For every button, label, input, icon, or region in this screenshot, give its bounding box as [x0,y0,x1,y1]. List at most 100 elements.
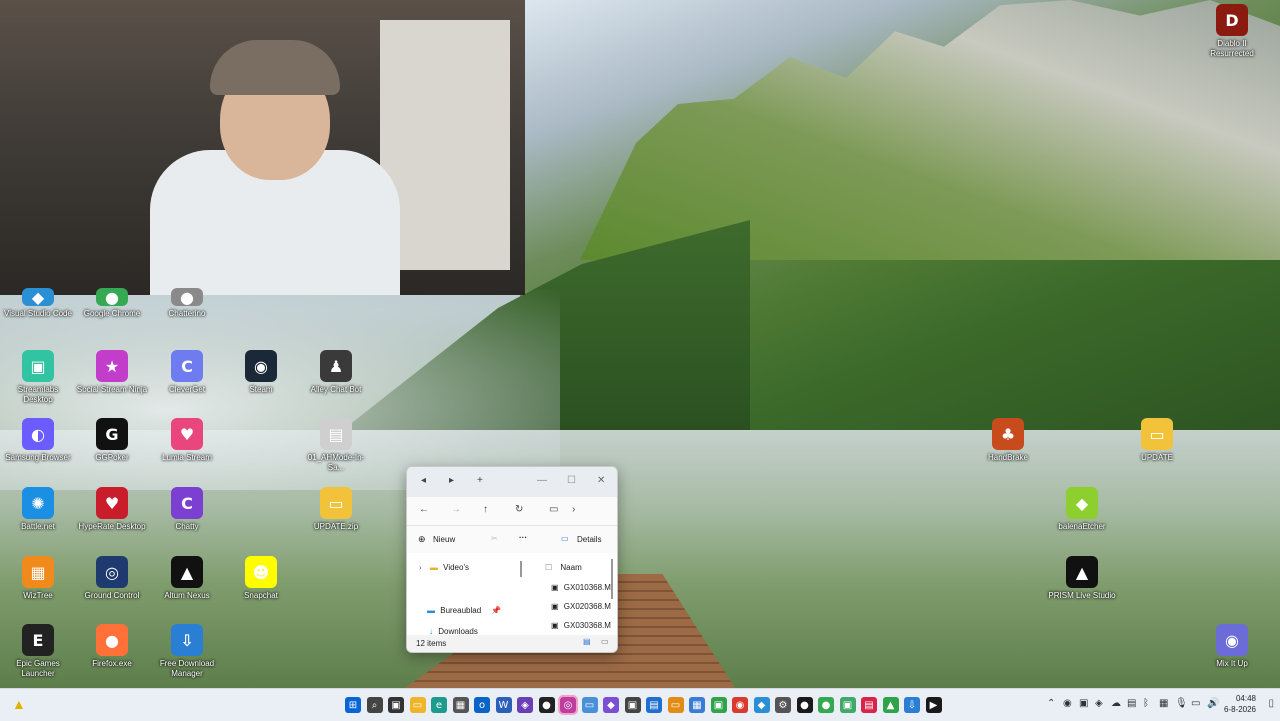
desktop-icon-folder[interactable]: ▭ UPDATE [1121,418,1193,463]
taskbar-app-icon[interactable]: ◈ [517,697,533,713]
desktop-icon-ground-control[interactable]: ◎ Ground Control [76,556,148,601]
nav-item-videos[interactable]: › ▬ Video's [419,563,469,572]
this-pc-icon[interactable]: ▭ [549,504,558,515]
file-explorer-window[interactable]: ◂ ▸ + — ☐ ✕ ← → ↑ ↻ ▭ › ⊕ Nieuw ✂ ··· ▭ … [406,466,618,653]
desktop-icon-cleverget[interactable]: C CleverGet [151,350,223,395]
nav-scrollbar[interactable] [520,561,522,577]
taskbar-edge-icon[interactable]: e [431,697,447,713]
back-icon[interactable]: ← [419,504,429,515]
desktop-icon-battlenet[interactable]: ✺ Battle.net [2,487,74,532]
desktop-icon-epic-games[interactable]: E Epic Games Launcher [2,624,74,679]
clock[interactable]: 04:48 6-8-2026 [1224,693,1256,715]
desktop-icon-chatterino[interactable]: ● Chatterino [151,288,223,319]
new-icon[interactable]: ⊕ [418,534,426,545]
column-header-name[interactable]: ☐ Naam [545,563,582,572]
more-options-icon[interactable]: ··· [519,533,527,542]
taskbar-app-icon[interactable]: ▭ [581,697,598,713]
taskbar-app-icon[interactable]: ▣ [710,697,727,713]
taskbar-chrome-icon[interactable]: ● [818,697,834,713]
desktop-icon-snapchat[interactable]: ☻ Snapchat [225,556,297,601]
file-row[interactable]: ▣ GX010368.M [551,583,611,592]
volume-icon[interactable]: 🔊 [1207,698,1219,709]
notifications-icon[interactable]: ▯ [1268,698,1274,709]
taskbar-app-icon[interactable]: ◆ [603,697,619,713]
desktop-icon-lumia-stream[interactable]: ♥ Lumia Stream [151,418,223,463]
taskbar-word-icon[interactable]: W [495,697,512,713]
desktop-icon-samsung-browser[interactable]: ◐ Samsung Browser [2,418,74,463]
cloud-tray-icon[interactable]: ☁ [1111,698,1121,709]
desktop-icon-ggpoker[interactable]: G GGPoker [76,418,148,463]
desktop-icon-altum-nexus[interactable]: ▲ Altum Nexus [151,556,223,601]
new-button[interactable]: Nieuw [433,535,455,544]
chevron-right-icon[interactable]: › [572,504,575,515]
taskbar-outlook-icon[interactable]: o [474,697,490,713]
tab-forward-icon[interactable]: ▸ [449,475,454,486]
select-all-checkbox[interactable]: ☐ [545,563,552,572]
taskbar-app-icon[interactable]: ▣ [624,697,641,713]
explorer-titlebar[interactable]: ◂ ▸ + — ☐ ✕ [407,467,617,497]
taskbar-app-icon[interactable]: ● [796,697,813,713]
desktop-icon-streamlabs[interactable]: ▣ Streamlabs Desktop [2,350,74,405]
desktop-icon-alley-chat-bot[interactable]: ♟ Alley Chat Bot [300,350,372,395]
desktop-icon-diablo[interactable]: D Diablo II Resurrected [1196,4,1268,59]
shield-tray-icon[interactable]: ◈ [1095,698,1103,709]
details-icon[interactable]: ▭ [561,534,569,543]
chevron-up-icon[interactable]: ⌃ [1047,698,1055,709]
desktop-icon-chrome[interactable]: ● Google Chrome [76,288,148,319]
taskbar-app-icon[interactable]: ▶ [925,697,942,713]
taskbar-search-icon[interactable]: ⌕ [366,697,383,713]
taskbar-app-icon[interactable]: ▤ [646,697,662,713]
forward-icon[interactable]: → [451,504,461,515]
desktop-icon-balena-etcher[interactable]: ◆ balenaEtcher [1046,487,1118,532]
file-list-scrollbar[interactable] [611,559,613,599]
minimize-icon[interactable]: — [537,475,547,486]
new-tab-icon[interactable]: + [477,475,483,486]
taskbar-app-icon[interactable]: ▣ [839,697,856,713]
app-tray-icon[interactable]: ▤ [1127,698,1136,709]
cut-icon[interactable]: ✂ [491,534,498,543]
tiles-view-icon[interactable]: ▭ [601,637,609,646]
refresh-icon[interactable]: ↻ [515,504,523,515]
desktop-icon-video-file[interactable]: ▤ 01_AHMode-In-Sa... [300,418,372,473]
desktop-icon-social-stream-ninja[interactable]: ★ Social Stream Ninja [76,350,148,395]
taskbar-app-icon[interactable]: ⚙ [775,697,791,713]
taskbar-start-icon[interactable]: ⊞ [345,697,361,713]
taskbar-app-icon[interactable]: ▤ [861,697,877,713]
taskbar-app-icon[interactable]: ▦ [689,697,705,713]
steam-tray-icon[interactable]: ◉ [1063,698,1072,709]
up-icon[interactable]: ↑ [483,504,488,515]
taskbar-app-icon[interactable]: ▭ [667,697,684,713]
desktop-icon-hyperate[interactable]: ♥ HypeRate Desktop [76,487,148,532]
maximize-icon[interactable]: ☐ [567,475,576,486]
taskbar-vscode-icon[interactable]: ◆ [753,697,770,713]
desktop-icon-wiztree[interactable]: ▦ WizTree [2,556,74,601]
taskbar-copilot-icon[interactable]: ◎ [558,695,578,715]
taskbar-app-icon[interactable]: ▦ [452,697,469,713]
desktop-icon-mix-it-up[interactable]: ◉ Mix It Up [1196,624,1268,669]
nav-item-desktop[interactable]: ▬ Bureaublad 📌 [427,606,501,615]
taskbar-task-view-icon[interactable]: ▣ [388,697,404,713]
desktop-icon-firefox[interactable]: ● Firefox.exe [76,624,148,669]
desktop-icon-vscode[interactable]: ◆ Visual Studio Code [2,288,74,319]
tab-back-icon[interactable]: ◂ [421,475,426,486]
network-icon[interactable]: ▭ [1191,698,1200,709]
taskbar-app-icon[interactable]: ▲ [882,697,899,713]
close-icon[interactable]: ✕ [597,475,605,486]
desktop-icon-chatty[interactable]: C Chatty [151,487,223,532]
microphone-icon[interactable]: 🎙 [1175,698,1188,709]
app-tray-icon[interactable]: ▦ [1159,698,1168,709]
desktop-icon-fdm[interactable]: ⇩ Free Download Manager [151,624,223,679]
app-tray-icon[interactable]: ▣ [1079,698,1088,709]
file-row[interactable]: ▣ GX030368.M [551,621,611,629]
warning-icon[interactable]: ▲ [12,696,26,712]
bluetooth-icon[interactable]: ᛒ [1143,698,1149,709]
details-view-icon[interactable]: ▤ [583,637,591,646]
desktop-icon-prism[interactable]: ▲ PRISM Live Studio [1046,556,1118,601]
taskbar-app-icon[interactable]: ◉ [732,697,748,713]
details-button[interactable]: Details [577,535,601,544]
taskbar-app-icon[interactable]: ● [538,697,555,713]
taskbar-app-icon[interactable]: ⇩ [904,697,920,713]
desktop-icon-zip-folder[interactable]: ▭ UPDATE.zip [300,487,372,532]
desktop-icon-steam[interactable]: ◉ Steam [225,350,297,395]
taskbar-file-explorer-icon[interactable]: ▭ [409,697,426,713]
